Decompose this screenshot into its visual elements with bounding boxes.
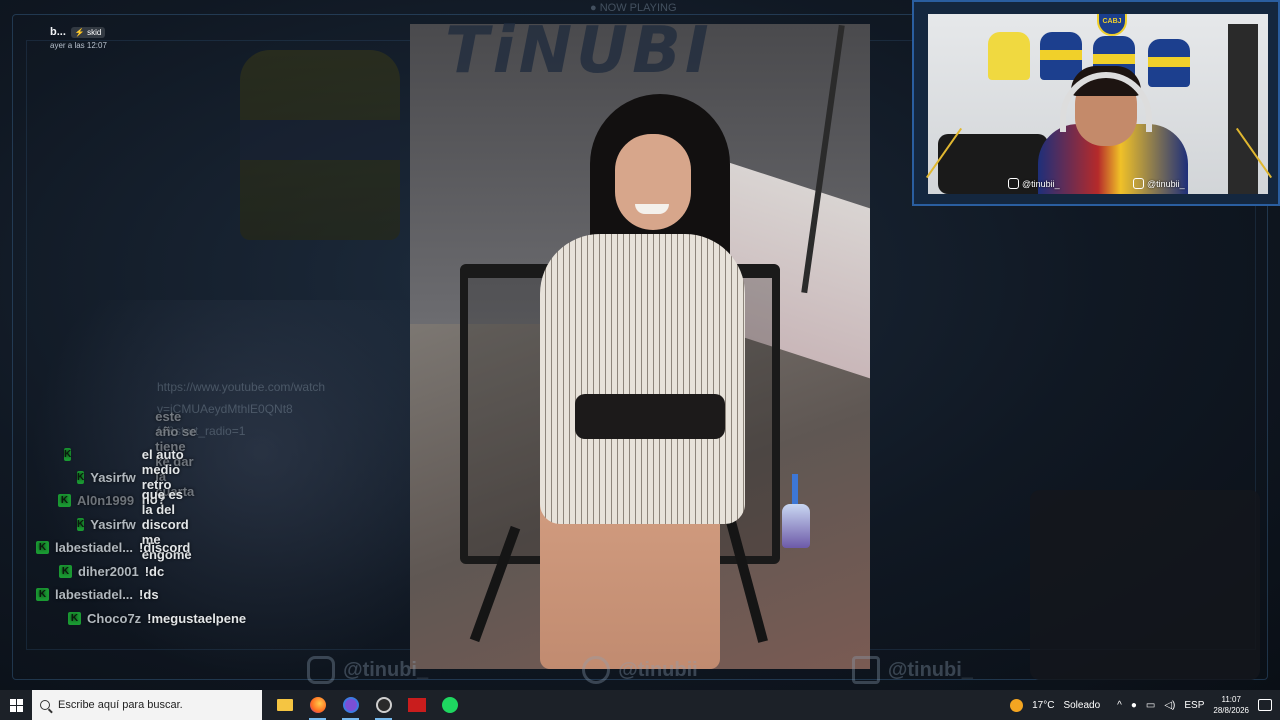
tiktok-icon	[1133, 178, 1144, 189]
firefox-icon	[309, 697, 326, 713]
chat-message: K diher2001 !dc	[59, 562, 164, 580]
discord-username: b...	[50, 26, 66, 38]
weather-temperature[interactable]: 17°C	[1032, 700, 1054, 711]
social-handle: @tinubi_	[343, 658, 429, 681]
chat-text: !discord	[139, 539, 191, 555]
social-twitter: @tinubii	[582, 656, 698, 684]
water-bottle	[782, 504, 810, 548]
discord-tag: ⚡ skid	[70, 26, 106, 38]
start-button[interactable]	[0, 690, 32, 720]
bottle-cap	[792, 474, 798, 506]
social-handle: @tinubii	[618, 658, 698, 681]
overlay-socials: @tinubi_ @tinubii @tinubi_	[230, 650, 1050, 690]
background-jersey	[240, 50, 400, 240]
taskbar-search[interactable]: Escribe aquí para buscar.	[32, 690, 262, 720]
person-smile	[635, 204, 669, 214]
webcam-instagram-handle: @tinubii_	[1022, 178, 1060, 189]
chat-message: K Yasirfw el auto medio retro no?	[77, 447, 186, 507]
webcam-instagram: @tinubii_	[1008, 178, 1060, 189]
chat-username: labestiadel...	[55, 586, 134, 602]
taskbar-app-file-explorer[interactable]	[268, 690, 301, 720]
team-crest-icon: CABJ	[1097, 14, 1127, 36]
chat-text: !dc	[144, 563, 165, 579]
webcam-feed: CABJ @tinubii_ @tinubii_	[928, 14, 1268, 194]
chat-text: !megustaelpene	[147, 610, 247, 626]
chat-username: Yasirfw	[90, 516, 136, 532]
clock-date: 28/8/2026	[1213, 706, 1249, 715]
chevron-up-icon[interactable]: ^	[1117, 700, 1122, 711]
language-indicator[interactable]: ESP	[1184, 700, 1204, 711]
webcam-frame: CABJ @tinubii_ @tinubii_	[912, 0, 1280, 206]
search-placeholder: Escribe aquí para buscar.	[58, 699, 183, 711]
chat-message: K labestiadel... !discord	[36, 538, 190, 556]
taskbar-app-firefox[interactable]	[301, 690, 334, 720]
taskbar-apps	[268, 690, 466, 720]
instagram-icon	[307, 656, 336, 684]
network-icon[interactable]: ▭	[1146, 700, 1155, 711]
windows-taskbar: Escribe aquí para buscar. 17°C Soleado ^…	[0, 690, 1280, 720]
jersey-blue	[1148, 39, 1190, 87]
discord-timestamp: ayer a las 12:07	[50, 41, 107, 50]
overlay-logo: TiNUBI	[445, 14, 713, 88]
person-skirt	[575, 394, 725, 439]
taskbar-app-spotify[interactable]	[433, 690, 466, 720]
weather-sun-icon[interactable]	[1010, 698, 1024, 712]
stream-overlay: ● NOW PLAYING b... ⚡ skid ayer a las 12:…	[0, 0, 1280, 690]
overlay-top-label: ● NOW PLAYING	[590, 2, 677, 14]
jersey-blue	[1040, 32, 1082, 80]
news-app-icon	[407, 698, 426, 712]
kick-badge-icon: K	[77, 470, 85, 484]
obs-icon	[375, 697, 392, 713]
chat-username: labestiadel...	[55, 539, 134, 555]
social-tiktok: @tinubi_	[851, 656, 973, 684]
taskbar-app-chat[interactable]	[334, 690, 367, 720]
notifications-icon[interactable]	[1258, 699, 1272, 711]
discord-tag-text: skid	[87, 27, 102, 37]
file-explorer-icon	[276, 699, 293, 711]
taskbar-clock[interactable]: 11:07 28/8/2026	[1213, 694, 1249, 716]
kick-badge-icon: K	[64, 447, 72, 461]
chat-username: Choco7z	[87, 610, 142, 626]
volume-icon[interactable]: ◁)	[1164, 700, 1175, 711]
kick-badge-icon: K	[68, 611, 81, 625]
shared-photo	[410, 24, 870, 669]
weather-description[interactable]: Soleado	[1063, 700, 1100, 711]
chat-text: !ds	[139, 586, 159, 602]
taskbar-app-news[interactable]	[400, 690, 433, 720]
social-handle: @tinubi_	[887, 658, 973, 681]
kick-badge-icon: K	[59, 564, 72, 578]
kick-badge-icon: K	[36, 540, 49, 554]
ghost-link-line-1: https://www.youtube.com/watch	[157, 380, 326, 394]
twitter-icon	[582, 656, 611, 684]
background-chair	[1030, 490, 1260, 680]
webcam-tiktok: @tinubii_	[1133, 178, 1185, 189]
windows-logo-icon	[9, 698, 23, 712]
search-icon	[40, 700, 50, 710]
instagram-icon	[1008, 178, 1019, 189]
chat-message: K Yasirfw que es la del discord me engom…	[77, 487, 197, 562]
kick-badge-icon: K	[77, 517, 85, 531]
person-shirt	[540, 234, 745, 524]
person-face	[615, 134, 691, 230]
chat-username: Al0n1999	[77, 492, 135, 508]
social-instagram: @tinubi_	[307, 656, 428, 684]
chat-message: K Al0n1999	[58, 491, 140, 509]
tiktok-icon	[851, 656, 880, 684]
webcam-door	[1228, 24, 1258, 194]
chat-app-icon	[342, 697, 359, 713]
chat-username: diher2001	[78, 563, 139, 579]
clock-time: 11:07	[1221, 695, 1241, 704]
system-tray: 17°C Soleado ^ ● ▭ ◁) ESP 11:07 28/8/202…	[1010, 694, 1280, 716]
chat-username: Yasirfw	[90, 469, 136, 485]
kick-badge-icon: K	[36, 587, 49, 601]
kick-badge-icon: K	[58, 493, 71, 507]
taskbar-app-obs[interactable]	[367, 690, 400, 720]
chat-message: K labestiadel... !ds	[36, 585, 159, 603]
microphone-icon[interactable]: ●	[1131, 700, 1137, 711]
chat-message: K Choco7z !megustaelpene	[68, 609, 246, 627]
discord-user: b... ⚡ skid	[50, 26, 106, 38]
jersey-yellow	[988, 32, 1030, 80]
spotify-icon	[441, 697, 458, 713]
webcam-tiktok-handle: @tinubii_	[1147, 178, 1185, 189]
